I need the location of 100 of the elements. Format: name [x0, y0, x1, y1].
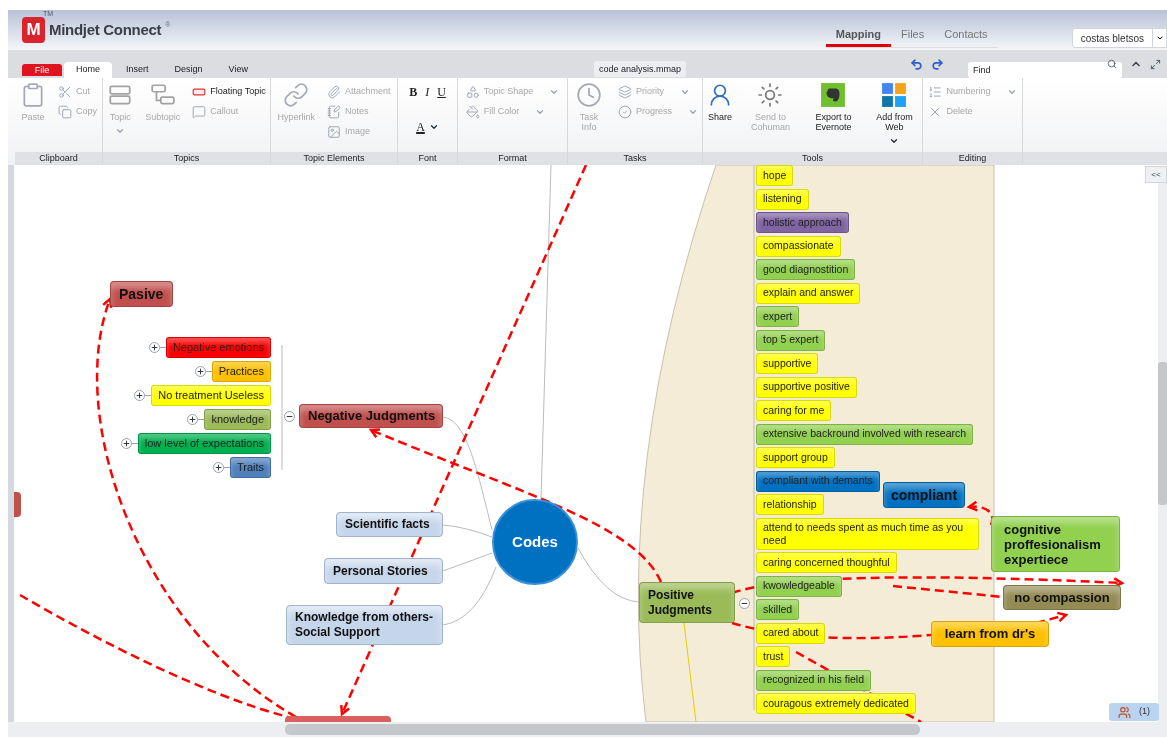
ribbon-button[interactable]: Share: [703, 78, 737, 152]
ribbon-button[interactable]: Floating Topic: [192, 82, 266, 101]
topic-node[interactable]: cared about: [756, 622, 826, 644]
group-label: Format: [458, 152, 567, 165]
image-icon: [327, 124, 341, 139]
plus-icon: [214, 464, 222, 471]
topic-node[interactable]: supportive positive: [756, 376, 857, 398]
topic-node[interactable]: knowledge: [204, 409, 271, 430]
relationship-arrow: [966, 500, 994, 526]
topic-node[interactable]: Traits: [229, 457, 271, 478]
ribbon-tab[interactable]: Home: [64, 62, 112, 78]
format-button[interactable]: U: [433, 82, 450, 102]
ribbon-tab[interactable]: Insert: [114, 62, 161, 78]
format-button[interactable]: A: [412, 117, 443, 137]
expand-toggle[interactable]: [120, 438, 132, 449]
redo-icon[interactable]: [931, 57, 944, 71]
expand-toggle[interactable]: [187, 414, 199, 425]
topic-node[interactable]: extensive backround involved with research: [756, 423, 974, 445]
topic-node[interactable]: Pasive: [110, 281, 173, 307]
group-label: Clipboard: [15, 152, 102, 165]
people-icon: [1118, 705, 1131, 719]
subtopic-icon: [149, 82, 176, 108]
collapse-toggle[interactable]: [739, 598, 750, 609]
topic-node[interactable]: attend to needs spent as much time as you need: [756, 517, 979, 550]
starburst-icon: [757, 82, 784, 108]
collapse-panel-button[interactable]: <<: [1145, 166, 1167, 183]
topic-node[interactable]: kwowledgeable: [756, 575, 842, 597]
format-button[interactable]: I: [421, 82, 434, 102]
ribbon-tab[interactable]: View: [216, 62, 260, 78]
central-topic[interactable]: Codes: [492, 499, 578, 585]
topic-node[interactable]: trust: [756, 646, 791, 667]
group-label: Font: [398, 152, 457, 165]
collapse-toggle[interactable]: [284, 411, 295, 422]
find-field[interactable]: Find: [968, 62, 1122, 78]
minus-icon: [741, 600, 748, 607]
format-button[interactable]: B: [405, 82, 422, 102]
topic-node[interactable]: couragous extremely dedicated: [756, 693, 916, 714]
user-dropdown[interactable]: costas bletsos: [1071, 28, 1167, 48]
topic-node[interactable]: Personal Stories: [324, 558, 443, 584]
topic-node[interactable]: good diagnostition: [756, 259, 856, 280]
plus-icon: [136, 392, 144, 399]
collaborators-button[interactable]: (1): [1109, 703, 1159, 721]
shapes-icon: [465, 84, 480, 99]
topic-node[interactable]: relationship: [756, 494, 824, 515]
numbered-list-icon: [928, 84, 943, 99]
topic-node[interactable]: Knowledge from others-Social Support: [286, 605, 443, 645]
group-label: Topic Elements: [271, 152, 397, 165]
topic-node[interactable]: skilled: [756, 599, 800, 620]
document-tab[interactable]: code analysis.mmap: [593, 61, 686, 77]
ribbon-tab[interactable]: Design: [162, 62, 215, 78]
expand-toggle[interactable]: [148, 342, 160, 353]
nav-tab[interactable]: Contacts: [934, 25, 998, 47]
speech-bubble-icon: [192, 104, 207, 119]
scrollbar-thumb[interactable]: [1158, 362, 1167, 505]
nav-tab[interactable]: Mapping: [825, 25, 891, 47]
ribbon-button[interactable]: Export to Evernote: [803, 78, 863, 152]
expand-toggle[interactable]: [194, 366, 206, 377]
caret-icon: [115, 126, 126, 136]
plus-icon: [189, 416, 197, 423]
file-tab[interactable]: File: [22, 64, 62, 76]
nav-tab[interactable]: Files: [890, 25, 935, 47]
ribbon-button[interactable]: Add from Web: [866, 78, 922, 152]
topic-node[interactable]: learn from dr's: [931, 621, 1049, 647]
topic-node[interactable]: hope: [756, 165, 794, 186]
topic-node[interactable]: compassionate: [756, 235, 841, 257]
topic-node[interactable]: listening: [756, 188, 809, 210]
plus-icon: [150, 344, 158, 351]
vertical-scrollbar[interactable]: [1158, 183, 1167, 722]
topic-node[interactable]: cognitive proffesionalism expertiece: [991, 516, 1120, 572]
topic-node[interactable]: Positive Judgments: [639, 582, 735, 623]
topic-node[interactable]: explain and answer: [756, 282, 861, 304]
topic-node[interactable]: top 5 expert: [756, 329, 826, 351]
horizontal-scrollbar[interactable]: [8, 722, 1167, 737]
clipboard-icon: [20, 82, 46, 108]
topic-node[interactable]: low level of expectations: [137, 433, 271, 454]
caret-icon: [889, 136, 900, 146]
topic-node[interactable]: caring for me: [756, 400, 832, 421]
topic-node[interactable]: No treatment Useless: [151, 385, 271, 406]
topic-node[interactable]: Scientific facts: [336, 512, 443, 537]
copy-icon: [58, 104, 72, 119]
expand-toggle[interactable]: [212, 462, 224, 473]
caret-icon: [428, 122, 439, 132]
topic-node[interactable]: expert: [756, 306, 800, 327]
app-name: Mindjet Connect: [49, 19, 162, 40]
topic-node[interactable]: caring concerned thoughful: [756, 552, 897, 573]
topic-icon: [107, 82, 134, 108]
undo-icon[interactable]: [910, 57, 923, 71]
topic-node[interactable]: recognized in his field: [756, 669, 871, 691]
paint-bucket-icon: [465, 104, 480, 119]
expand-toggle[interactable]: [134, 390, 146, 401]
topic-node[interactable]: compliant: [883, 482, 965, 508]
topic-node[interactable]: supportive: [756, 353, 819, 374]
topic-node[interactable]: no compassion: [1003, 585, 1121, 610]
topic-node[interactable]: Practices: [211, 361, 271, 382]
topic-node[interactable]: Negative emotions: [165, 337, 271, 358]
topic-node[interactable]: Negative Judgments: [299, 404, 443, 428]
topic-node[interactable]: support group: [756, 447, 835, 468]
clock-icon: [576, 82, 602, 108]
fullscreen-icon[interactable]: [1150, 58, 1161, 70]
scrollbar-thumb[interactable]: [285, 724, 920, 735]
